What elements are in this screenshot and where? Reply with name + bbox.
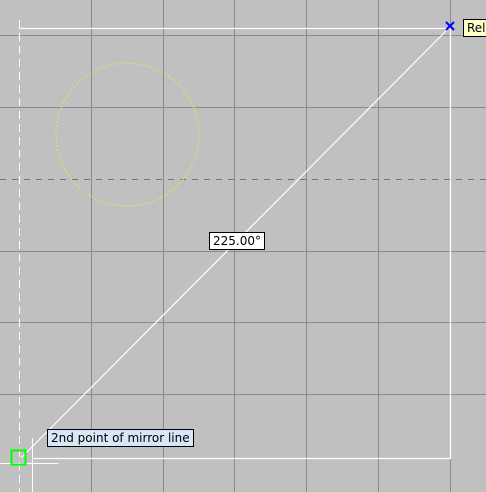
command-prompt-tooltip: 2nd point of mirror line [47,429,194,447]
mirrored-circle[interactable] [55,62,200,207]
pickbox-icon [10,449,27,466]
snap-tooltip: Rel [463,19,486,37]
drawing-canvas[interactable]: 225.00° 2nd point of mirror line Rel [0,0,486,492]
angle-dimension-readout: 225.00° [209,232,265,250]
